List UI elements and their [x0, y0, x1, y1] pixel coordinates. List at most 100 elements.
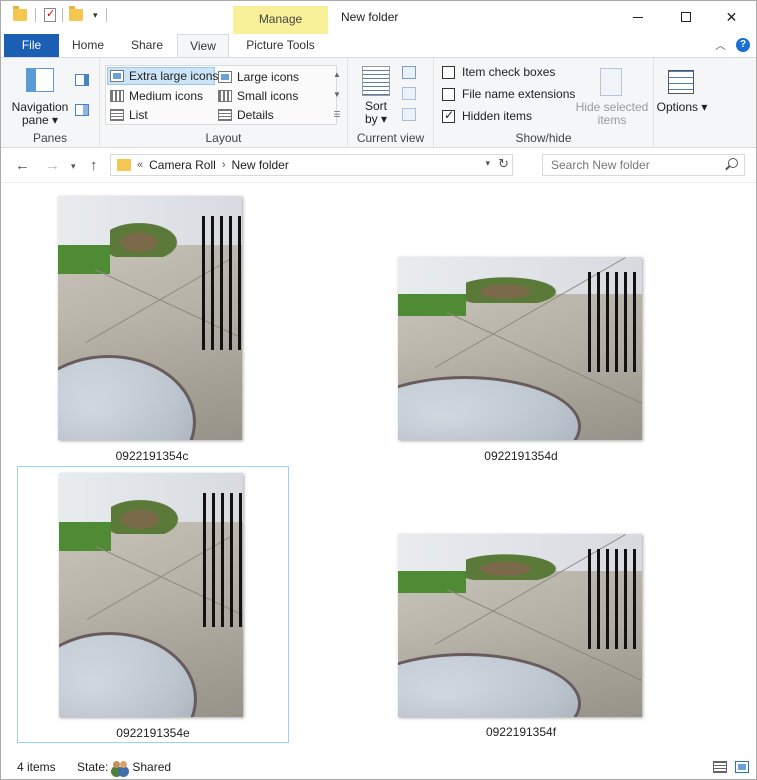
- large-icons-icon: [218, 71, 232, 83]
- folder-icon[interactable]: [13, 6, 27, 21]
- up-arrow-icon[interactable]: ↑: [90, 157, 98, 174]
- explorer-window: ▾ Manage New folder ✕ File Home Share Vi…: [0, 0, 757, 780]
- group-by-icon[interactable]: [402, 66, 416, 79]
- back-arrow-icon[interactable]: ←: [15, 157, 30, 174]
- quick-access-toolbar: ▾: [13, 6, 115, 22]
- layout-extra-large-icons[interactable]: Extra large icons: [107, 67, 219, 85]
- minimize-ribbon-icon[interactable]: ︿: [715, 37, 726, 53]
- file-tile[interactable]: 0922191354d: [371, 188, 671, 466]
- file-tile[interactable]: 0922191354f: [371, 466, 671, 743]
- details-pane-icon[interactable]: [75, 104, 89, 116]
- layout-large-icons[interactable]: Large icons: [218, 68, 299, 86]
- layout-item-label: Medium icons: [129, 89, 204, 103]
- divider: [62, 8, 63, 22]
- file-name-extensions-checkbox[interactable]: [442, 87, 455, 101]
- customize-toolbar-icon[interactable]: ▾: [93, 10, 98, 21]
- sort-by-button[interactable]: Sort by ▾: [358, 100, 394, 126]
- add-columns-icon[interactable]: [402, 87, 416, 100]
- file-name: 0922191354f: [485, 725, 557, 739]
- details-view-icon[interactable]: [713, 761, 727, 773]
- medium-icons-icon: [110, 90, 124, 102]
- tab-view[interactable]: View: [177, 34, 229, 58]
- hidden-items-toggle[interactable]: Hidden items: [442, 108, 533, 123]
- image-thumbnail: [398, 257, 642, 440]
- options-button[interactable]: Options ▾: [654, 101, 710, 114]
- breadcrumb-new-folder[interactable]: New folder: [231, 158, 288, 172]
- maximize-button[interactable]: [663, 1, 708, 33]
- file-name-extensions-toggle[interactable]: File name extensions: [442, 87, 575, 101]
- refresh-icon[interactable]: ↻: [498, 156, 509, 172]
- new-folder-icon[interactable]: [69, 6, 83, 21]
- checkbox-label: Item check boxes: [462, 65, 556, 79]
- breadcrumb-separator-icon[interactable]: ›: [222, 159, 226, 171]
- group-label-current-view: Current view: [356, 131, 425, 145]
- hidden-items-checkbox[interactable]: [442, 108, 455, 123]
- file-name: 0922191354d: [484, 449, 558, 463]
- layout-gallery: Extra large icons Large icons Medium ico…: [105, 65, 341, 125]
- hide-selected-items-button[interactable]: Hide selected items: [574, 101, 650, 127]
- address-bar[interactable]: « Camera Roll › New folder ▾ ↻: [110, 154, 513, 176]
- forward-arrow-icon[interactable]: →: [45, 157, 60, 174]
- layout-item-label: Extra large icons: [129, 69, 219, 83]
- checkbox-label: File name extensions: [462, 87, 576, 101]
- checkbox-label: Hidden items: [462, 109, 533, 123]
- file-view: 0922191354c 0922191354d 0922191354e 0922…: [1, 184, 756, 757]
- list-icon: [110, 109, 124, 121]
- title-bar: ▾ Manage New folder ✕: [1, 1, 756, 34]
- layout-item-label: Small icons: [237, 89, 299, 103]
- tab-picture-tools[interactable]: Picture Tools: [233, 34, 328, 57]
- layout-list[interactable]: List: [110, 106, 148, 124]
- size-columns-icon[interactable]: [402, 108, 416, 121]
- ribbon-tabs: File Home Share View Picture Tools ︿ ?: [1, 34, 756, 58]
- layout-scroll-up-icon[interactable]: ▲: [332, 70, 342, 79]
- image-thumbnail: [398, 534, 642, 717]
- item-check-boxes-toggle[interactable]: Item check boxes: [442, 65, 555, 79]
- layout-details[interactable]: Details: [218, 106, 274, 124]
- maximize-icon: [680, 12, 691, 22]
- tab-share[interactable]: Share: [117, 34, 177, 57]
- layout-scroll-down-icon[interactable]: ▼: [332, 90, 342, 99]
- breadcrumb-overflow[interactable]: «: [137, 159, 143, 171]
- ribbon-controls: ︿ ?: [715, 37, 750, 53]
- help-icon[interactable]: ?: [736, 38, 750, 52]
- status-bar: 4 items State: Shared: [1, 757, 756, 779]
- properties-icon[interactable]: [44, 7, 56, 22]
- layout-small-icons[interactable]: Small icons: [218, 87, 298, 105]
- sort-by-icon[interactable]: [362, 66, 390, 96]
- navigation-pane-icon[interactable]: [26, 68, 54, 92]
- preview-pane-icon[interactable]: [75, 74, 89, 86]
- folder-icon: [117, 159, 131, 171]
- window-title: New folder: [341, 10, 399, 24]
- close-button[interactable]: ✕: [709, 1, 754, 33]
- layout-item-label: Large icons: [237, 70, 300, 84]
- navigation-pane-button[interactable]: Navigation pane ▾: [7, 101, 73, 127]
- search-input[interactable]: Search New folder: [542, 154, 745, 176]
- layout-medium-icons[interactable]: Medium icons: [110, 87, 203, 105]
- group-options: Options ▾: [654, 58, 714, 148]
- large-icons-view-icon[interactable]: [735, 761, 749, 773]
- file-name: 0922191354c: [115, 449, 189, 463]
- file-name: 0922191354e: [116, 726, 190, 740]
- small-icons-icon: [218, 90, 232, 102]
- options-icon[interactable]: [668, 70, 694, 94]
- layout-expand-icon[interactable]: ☰: [332, 110, 342, 119]
- group-label-show-hide: Show/hide: [515, 131, 572, 145]
- hide-selected-items-icon: [600, 68, 622, 96]
- file-tile[interactable]: 0922191354e: [17, 466, 289, 743]
- address-dropdown-icon[interactable]: ▾: [485, 158, 490, 169]
- group-label-layout: Layout: [205, 131, 242, 145]
- tab-file[interactable]: File: [4, 34, 59, 57]
- file-tile[interactable]: 0922191354c: [17, 188, 287, 466]
- minimize-button[interactable]: [615, 1, 660, 33]
- tab-manage[interactable]: Manage: [233, 6, 328, 34]
- breadcrumb-camera-roll[interactable]: Camera Roll: [149, 158, 216, 172]
- recent-locations-icon[interactable]: ▾: [71, 161, 76, 172]
- group-current-view: Sort by ▾ Current view: [348, 58, 434, 148]
- divider: [105, 8, 107, 22]
- image-thumbnail: [59, 473, 243, 717]
- divider: [35, 8, 36, 22]
- group-show-hide: Item check boxes File name extensions Hi…: [434, 58, 654, 148]
- tab-home[interactable]: Home: [59, 34, 117, 57]
- search-placeholder: Search New folder: [551, 158, 650, 172]
- item-check-boxes-checkbox[interactable]: [442, 65, 455, 79]
